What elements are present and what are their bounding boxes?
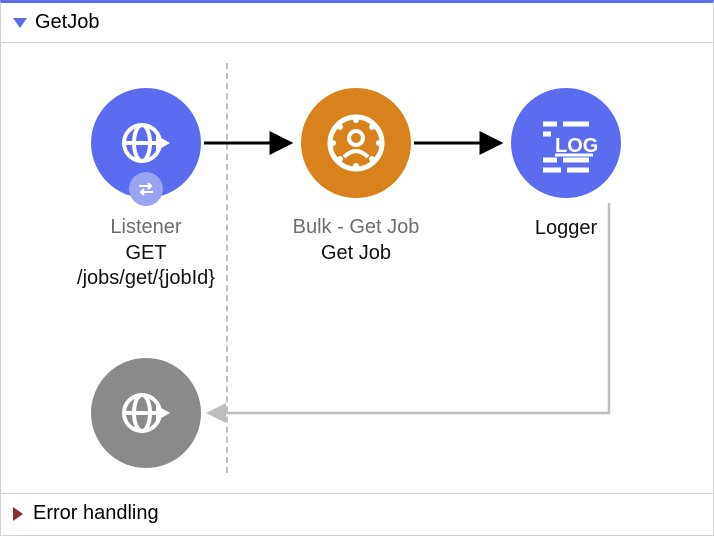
logger-icon-circle: LOG [511, 88, 621, 198]
flow-panel: GetJob [0, 0, 714, 536]
flow-node-listener[interactable]: Listener GET /jobs/get/{jobId} [56, 88, 236, 291]
section-header-getjob[interactable]: GetJob [1, 3, 713, 43]
listener-icon-circle [91, 88, 201, 198]
node-label: GET /jobs/get/{jobId} [56, 241, 236, 291]
error-return-icon-circle [91, 358, 201, 468]
globe-arrow-icon [114, 111, 178, 175]
flow-node-logger[interactable]: LOG Logger [476, 88, 656, 241]
flow-canvas[interactable]: Listener GET /jobs/get/{jobId} [1, 43, 713, 493]
getjob-icon-circle [301, 88, 411, 198]
log-icon: LOG [531, 108, 601, 178]
chevron-right-icon [13, 507, 23, 521]
node-type-label: Bulk - Get Job [266, 216, 446, 239]
node-label: Get Job [266, 241, 446, 266]
chevron-down-icon [13, 18, 27, 28]
section-header-error[interactable]: Error handling [1, 493, 713, 533]
exchange-badge-icon [129, 172, 163, 206]
error-section-title: Error handling [33, 502, 159, 525]
flow-title: GetJob [35, 11, 99, 34]
flow-node-error-return[interactable] [56, 358, 236, 468]
globe-arrow-icon [114, 381, 178, 445]
node-type-label: Listener [56, 216, 236, 239]
node-label: Logger [476, 216, 656, 241]
user-dotted-circle-icon [320, 107, 392, 179]
flow-node-getjob[interactable]: Bulk - Get Job Get Job [266, 88, 446, 266]
